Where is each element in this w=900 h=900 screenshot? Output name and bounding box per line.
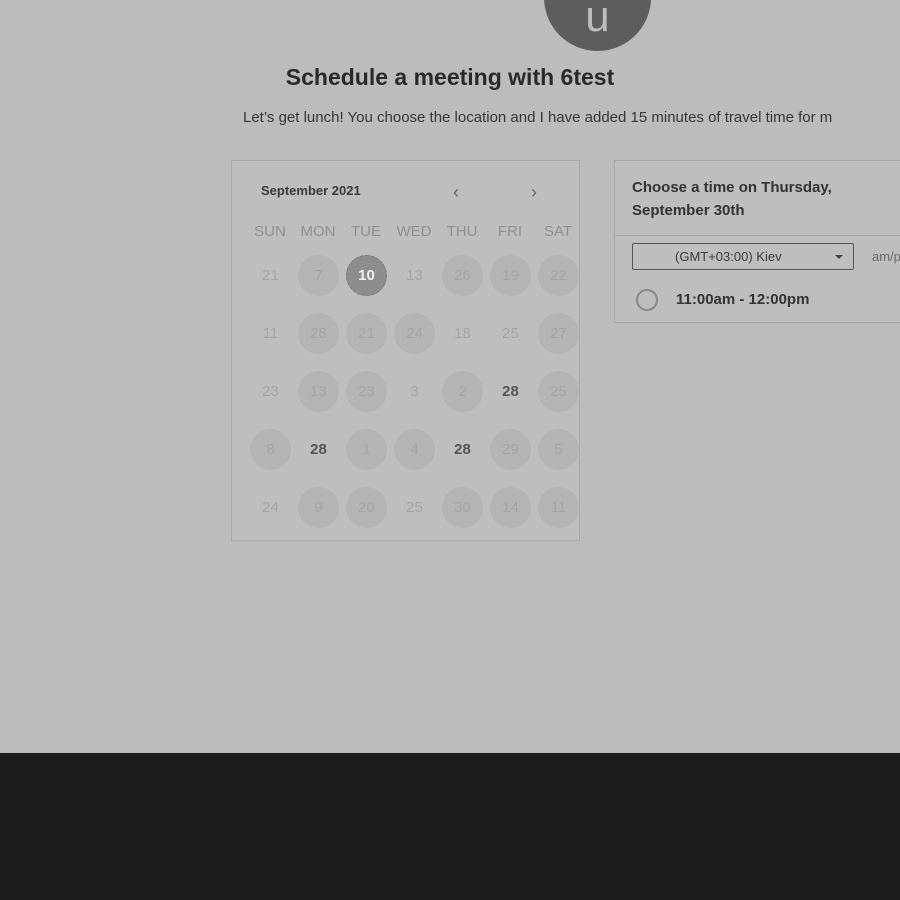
- calendar-days-grid: 21 7 10 13 26 19 22 11 28 21 24 18 25 27 23 13 23 3 2 28 25 8…: [250, 255, 586, 545]
- calendar-day[interactable]: 13: [298, 371, 339, 412]
- bottom-bar: [0, 753, 900, 900]
- meeting-description: Let’s get lunch! You choose the location…: [243, 109, 833, 126]
- calendar-day[interactable]: 8: [250, 429, 291, 470]
- weekday-label: THU: [446, 223, 478, 240]
- calendar-day[interactable]: 27: [538, 313, 579, 354]
- weekday-label: FRI: [497, 223, 523, 240]
- calendar-day: 21: [262, 267, 279, 284]
- calendar-day: 13: [406, 267, 423, 284]
- calendar-day[interactable]: 23: [346, 371, 387, 412]
- time-slot-radio[interactable]: [636, 289, 658, 311]
- ampm-toggle[interactable]: am/p: [872, 249, 900, 264]
- calendar-day[interactable]: 28: [298, 429, 339, 470]
- calendar-day[interactable]: 1: [346, 429, 387, 470]
- calendar-day[interactable]: 22: [538, 255, 579, 296]
- calendar-day[interactable]: 21: [346, 313, 387, 354]
- calendar-day[interactable]: 20: [346, 487, 387, 528]
- calendar-day[interactable]: 28: [442, 429, 483, 470]
- weekday-label: WED: [396, 223, 432, 240]
- divider: [615, 235, 900, 236]
- avatar: u: [544, 0, 651, 51]
- calendar-day: 25: [406, 499, 423, 516]
- calendar-day[interactable]: 10: [346, 255, 387, 296]
- weekday-label: SAT: [543, 223, 573, 240]
- calendar-month-label: September 2021: [261, 183, 361, 198]
- calendar-day[interactable]: 26: [442, 255, 483, 296]
- chevron-left-icon[interactable]: ‹: [445, 181, 467, 203]
- chevron-right-icon[interactable]: ›: [523, 181, 545, 203]
- weekday-label: TUE: [351, 223, 381, 240]
- calendar-day[interactable]: 7: [298, 255, 339, 296]
- calendar-day: 11: [262, 325, 279, 342]
- caret-down-icon: [835, 255, 843, 259]
- calendar-day: 23: [262, 383, 279, 400]
- calendar-weekday-header: SUN MON TUE WED THU FRI SAT: [246, 223, 582, 240]
- calendar-day[interactable]: 9: [298, 487, 339, 528]
- calendar-day[interactable]: 5: [538, 429, 579, 470]
- calendar-day[interactable]: 2: [442, 371, 483, 412]
- calendar-day[interactable]: 28: [298, 313, 339, 354]
- time-slot-label[interactable]: 11:00am - 12:00pm: [676, 291, 809, 308]
- calendar: September 2021 ‹ › SUN MON TUE WED THU F…: [231, 160, 580, 541]
- calendar-day[interactable]: 14: [490, 487, 531, 528]
- scheduling-page: u Schedule a meeting with 6test Let’s ge…: [0, 0, 900, 753]
- calendar-day[interactable]: 30: [442, 487, 483, 528]
- timezone-select[interactable]: (GMT+03:00) Kiev: [632, 243, 854, 270]
- weekday-label: MON: [300, 223, 336, 240]
- time-panel-heading: Choose a time on Thursday, September 30t…: [632, 179, 832, 219]
- calendar-day[interactable]: 11: [538, 487, 579, 528]
- calendar-day[interactable]: 4: [394, 429, 435, 470]
- calendar-day: 18: [454, 325, 471, 342]
- timezone-value: (GMT+03:00) Kiev: [675, 249, 782, 264]
- calendar-day: 25: [502, 325, 519, 342]
- calendar-day[interactable]: 24: [394, 313, 435, 354]
- weekday-label: SUN: [254, 223, 286, 240]
- calendar-day[interactable]: 19: [490, 255, 531, 296]
- calendar-day[interactable]: 29: [490, 429, 531, 470]
- calendar-day: 24: [262, 499, 279, 516]
- calendar-day[interactable]: 25: [538, 371, 579, 412]
- time-selection-panel: Choose a time on Thursday, September 30t…: [614, 160, 900, 323]
- calendar-day: 3: [410, 383, 419, 400]
- calendar-day[interactable]: 28: [490, 371, 531, 412]
- avatar-initial: u: [585, 0, 610, 41]
- page-title: Schedule a meeting with 6test: [285, 64, 615, 90]
